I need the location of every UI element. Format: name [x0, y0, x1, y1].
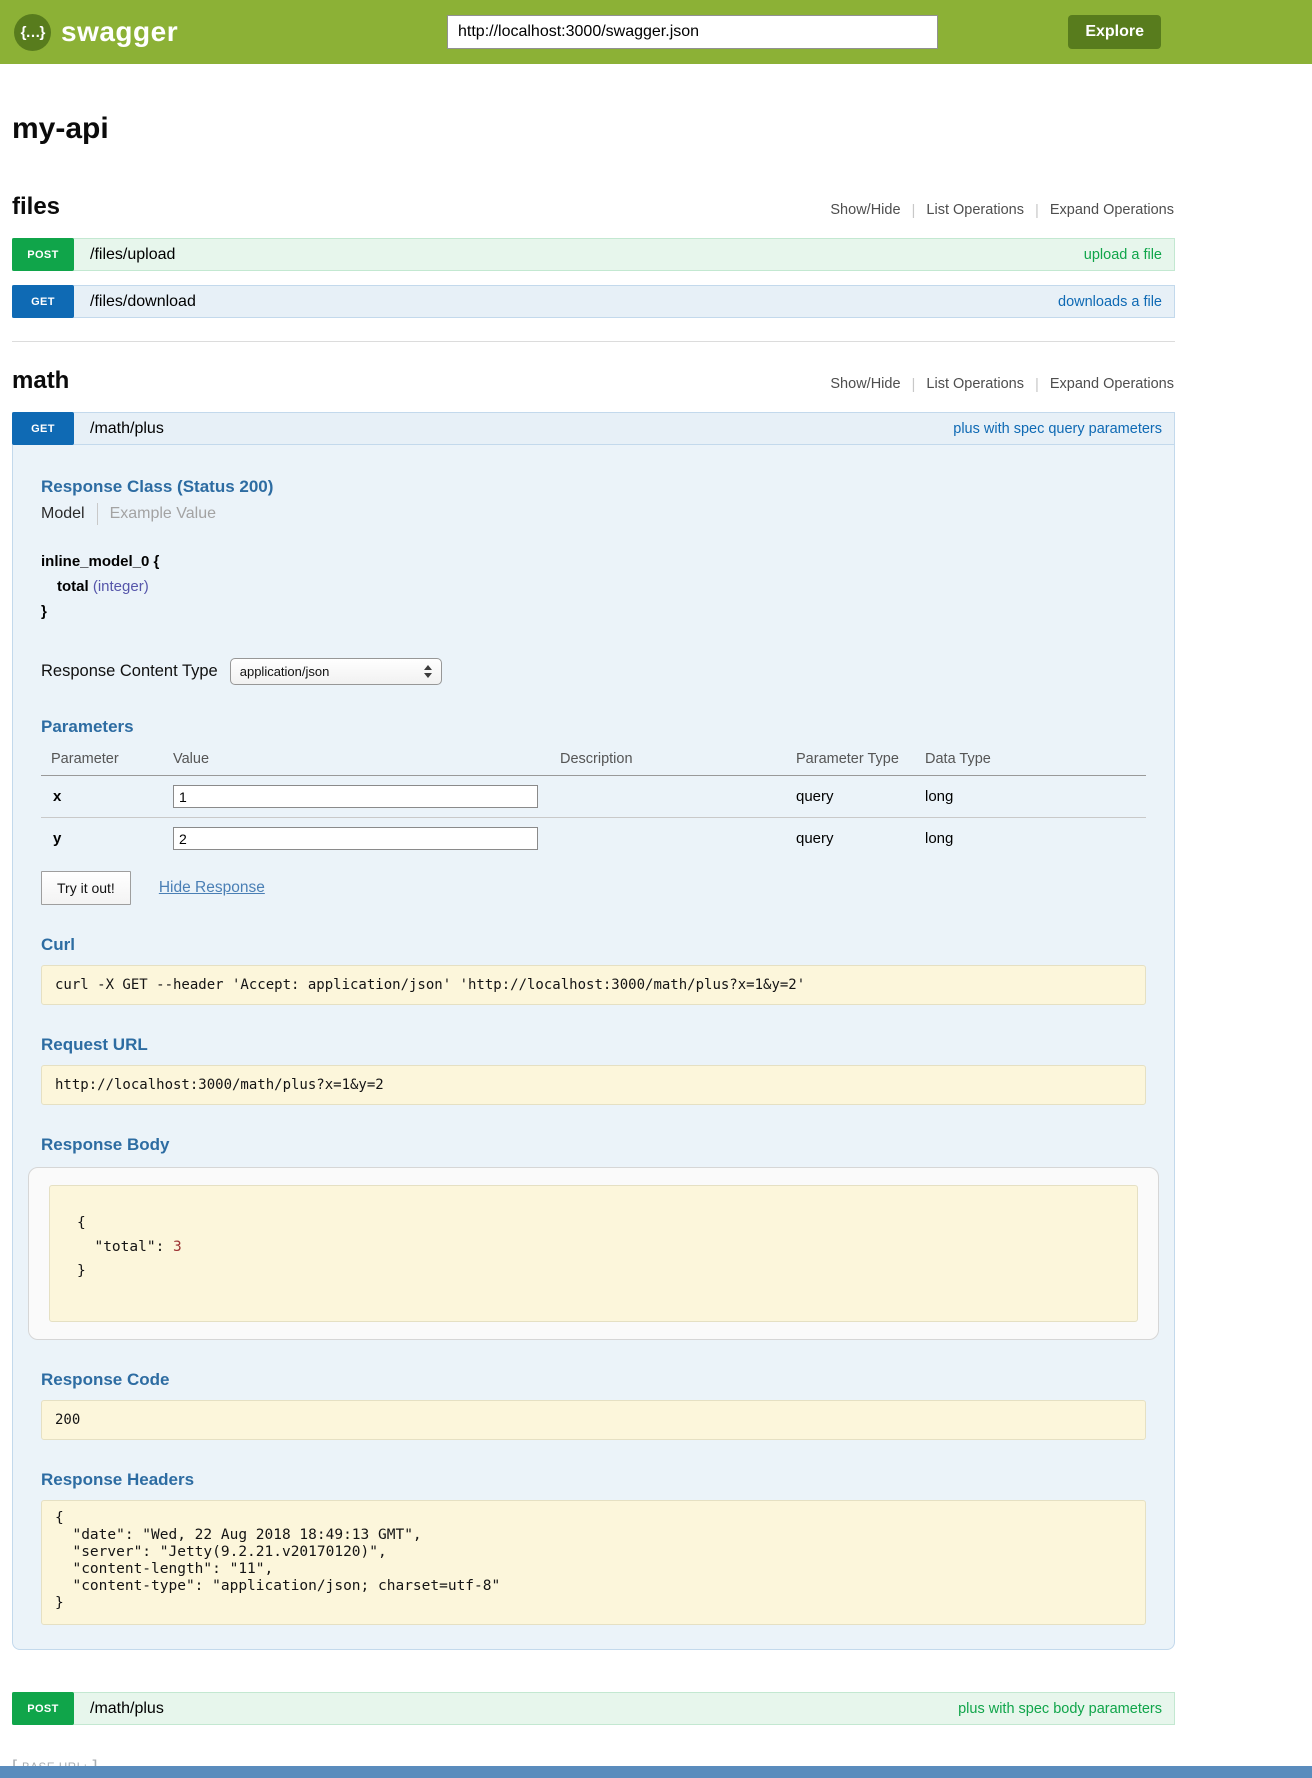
- section-files: files Show/Hide | List Operations | Expa…: [12, 193, 1175, 318]
- tab-example-value[interactable]: Example Value: [110, 505, 216, 523]
- model-tabs: Model Example Value: [41, 503, 1146, 525]
- show-hide-link[interactable]: Show/Hide: [819, 376, 911, 392]
- column-header-value: Value: [173, 745, 560, 776]
- response-body-json: { "total": 3 }: [49, 1185, 1138, 1322]
- response-headers-block: { "date": "Wed, 22 Aug 2018 18:49:13 GMT…: [41, 1500, 1146, 1625]
- model-close-line: }: [41, 599, 1146, 624]
- response-class-heading: Response Class (Status 200): [41, 477, 1146, 497]
- hide-response-link[interactable]: Hide Response: [159, 879, 265, 897]
- parameter-description: [560, 776, 796, 818]
- parameter-row-x: x query long: [41, 776, 1146, 818]
- operation-path[interactable]: /math/plus: [90, 420, 164, 438]
- response-content-type-value: application/json: [240, 664, 330, 679]
- response-code-block: 200: [41, 1400, 1146, 1440]
- response-code-heading: Response Code: [41, 1370, 1146, 1390]
- brand-title: swagger: [61, 16, 178, 48]
- parameter-row-y: y query long: [41, 818, 1146, 860]
- parameter-type: query: [796, 818, 925, 860]
- parameter-type: query: [796, 776, 925, 818]
- section-divider: [12, 341, 1175, 342]
- operation-row-post-files-upload[interactable]: POST /files/upload upload a file: [12, 238, 1175, 271]
- main-content: my-api files Show/Hide | List Operations…: [12, 112, 1175, 1778]
- column-header-description: Description: [560, 745, 796, 776]
- response-body-heading: Response Body: [41, 1135, 1146, 1155]
- section-title-files[interactable]: files: [12, 193, 60, 221]
- section-header-files: files Show/Hide | List Operations | Expa…: [12, 193, 1175, 221]
- top-header: {…} swagger Explore: [0, 0, 1312, 64]
- swagger-logo[interactable]: {…} swagger: [14, 14, 178, 51]
- method-badge-get: GET: [12, 285, 74, 318]
- parameter-description: [560, 818, 796, 860]
- tab-separator: [97, 503, 98, 525]
- column-header-parameter-type: Parameter Type: [796, 745, 925, 776]
- json-text: { "total":: [77, 1215, 173, 1255]
- tab-model[interactable]: Model: [41, 505, 85, 523]
- parameter-x-input[interactable]: [173, 785, 538, 808]
- operation-path[interactable]: /math/plus: [90, 1700, 164, 1718]
- list-operations-link[interactable]: List Operations: [915, 376, 1035, 392]
- expand-operations-link[interactable]: Expand Operations: [1039, 202, 1175, 218]
- model-property-type: (integer): [93, 578, 149, 595]
- try-it-out-button[interactable]: Try it out!: [41, 871, 131, 905]
- response-headers-heading: Response Headers: [41, 1470, 1146, 1490]
- column-header-parameter: Parameter: [41, 745, 173, 776]
- parameters-table: Parameter Value Description Parameter Ty…: [41, 745, 1146, 859]
- list-operations-link[interactable]: List Operations: [915, 202, 1035, 218]
- operation-row-get-files-download[interactable]: GET /files/download downloads a file: [12, 285, 1175, 318]
- json-text: }: [77, 1263, 86, 1279]
- swagger-logo-icon: {…}: [14, 14, 51, 51]
- explore-button[interactable]: Explore: [1068, 15, 1161, 49]
- try-row: Try it out! Hide Response: [41, 871, 1146, 905]
- curl-heading: Curl: [41, 935, 1146, 955]
- curl-command-block: curl -X GET --header 'Accept: applicatio…: [41, 965, 1146, 1005]
- parameter-name: x: [41, 776, 173, 818]
- parameters-heading: Parameters: [41, 717, 1146, 737]
- model-property-line: total (integer): [41, 574, 1146, 599]
- column-header-data-type: Data Type: [925, 745, 1146, 776]
- operation-row-get-math-plus[interactable]: GET /math/plus plus with spec query para…: [12, 412, 1175, 445]
- model-signature: inline_model_0 { total (integer) }: [41, 549, 1146, 624]
- response-body-container: { "total": 3 }: [28, 1167, 1159, 1340]
- parameters-header-row: Parameter Value Description Parameter Ty…: [41, 745, 1146, 776]
- model-open-line: inline_model_0 {: [41, 549, 1146, 574]
- expand-operations-link[interactable]: Expand Operations: [1039, 376, 1175, 392]
- method-badge-post: POST: [12, 1692, 74, 1725]
- section-controls-files: Show/Hide | List Operations | Expand Ope…: [819, 202, 1175, 219]
- operation-get-math-plus: GET /math/plus plus with spec query para…: [12, 412, 1175, 1650]
- method-badge-post: POST: [12, 238, 74, 271]
- section-title-math[interactable]: math: [12, 367, 69, 395]
- request-url-heading: Request URL: [41, 1035, 1146, 1055]
- response-content-type-select[interactable]: application/json: [230, 658, 442, 685]
- show-hide-link[interactable]: Show/Hide: [819, 202, 911, 218]
- operation-row-post-math-plus[interactable]: POST /math/plus plus with spec body para…: [12, 1692, 1175, 1725]
- section-header-math: math Show/Hide | List Operations | Expan…: [12, 367, 1175, 395]
- request-url-block: http://localhost:3000/math/plus?x=1&y=2: [41, 1065, 1146, 1105]
- operation-summary-link[interactable]: downloads a file: [1058, 294, 1162, 310]
- section-controls-math: Show/Hide | List Operations | Expand Ope…: [819, 376, 1175, 393]
- json-number-value: 3: [173, 1239, 182, 1255]
- operation-path[interactable]: /files/download: [90, 293, 196, 311]
- spec-url-input[interactable]: [447, 15, 938, 49]
- method-badge-get: GET: [12, 412, 74, 445]
- bottom-bar: [0, 1766, 1312, 1778]
- parameter-data-type: long: [925, 818, 1146, 860]
- response-content-type-row: Response Content Type application/json: [41, 658, 1146, 685]
- model-property-name: total: [57, 578, 89, 595]
- operation-detail-panel: Response Class (Status 200) Model Exampl…: [12, 445, 1175, 1650]
- select-arrows-icon: [424, 665, 432, 678]
- operation-summary-link[interactable]: plus with spec query parameters: [953, 421, 1162, 437]
- operation-summary-link[interactable]: plus with spec body parameters: [958, 1701, 1162, 1717]
- parameter-name: y: [41, 818, 173, 860]
- operation-path[interactable]: /files/upload: [90, 246, 175, 264]
- section-math: math Show/Hide | List Operations | Expan…: [12, 367, 1175, 1725]
- operation-summary-link[interactable]: upload a file: [1084, 247, 1162, 263]
- parameter-data-type: long: [925, 776, 1146, 818]
- parameter-y-input[interactable]: [173, 827, 538, 850]
- response-content-type-label: Response Content Type: [41, 662, 218, 681]
- page-title: my-api: [12, 112, 1175, 146]
